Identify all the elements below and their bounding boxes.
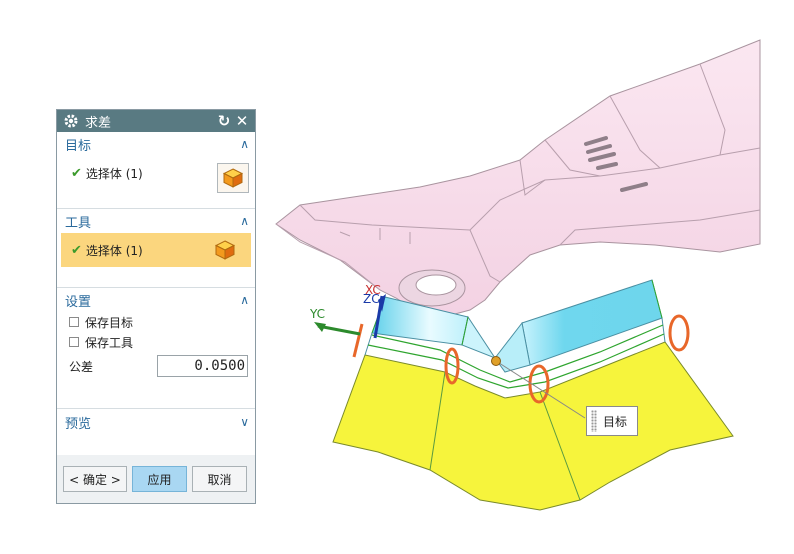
checkmark-icon: ✔ (71, 242, 82, 258)
chevron-up-icon[interactable]: ∧ (240, 293, 249, 307)
tooltip-label: 目标 (603, 414, 628, 429)
tolerance-label: 公差 (69, 359, 94, 374)
chevron-down-icon[interactable]: ∨ (240, 415, 249, 429)
apply-button[interactable]: 应用 (132, 466, 187, 492)
cube-icon (222, 168, 244, 188)
tolerance-input[interactable]: 0.0500 (157, 355, 248, 377)
keep-target-option[interactable]: 保存目标 (57, 312, 255, 332)
ok-button[interactable]: < 确定 > (63, 466, 127, 492)
target-body[interactable] (275, 39, 761, 319)
reset-icon[interactable]: ↻ (215, 112, 233, 130)
target-select-body-button[interactable] (217, 163, 249, 193)
close-icon[interactable]: ✕ (233, 112, 251, 130)
cancel-button[interactable]: 取消 (192, 466, 247, 492)
gear-icon (64, 114, 78, 128)
zc-axis-label: ZC (363, 292, 380, 306)
yc-axis-label: YC (310, 307, 326, 321)
section-tool: 工具 ∧ ✔ 选择体 (1) (57, 209, 255, 288)
chevron-up-icon[interactable]: ∧ (240, 214, 249, 228)
dialog-button-row: < 确定 > 应用 取消 (57, 455, 255, 503)
dialog-titlebar[interactable]: 求差 ↻ ✕ (57, 110, 255, 132)
keep-target-checkbox[interactable] (69, 317, 79, 327)
keep-tool-checkbox[interactable] (69, 337, 79, 347)
section-tool-label: 工具 (65, 215, 92, 231)
target-tooltip: 目标 (586, 406, 638, 436)
keep-tool-option[interactable]: 保存工具 (57, 332, 255, 352)
section-target-header[interactable]: 目标 ∧ (57, 132, 255, 156)
tool-select-label: 选择体 (1) (85, 243, 143, 258)
section-preview: 预览 ∨ (57, 409, 255, 435)
keep-target-label: 保存目标 (85, 315, 134, 330)
subtract-dialog: 求差 ↻ ✕ 目标 ∧ ✔ 选择体 (1) 工具 ∧ ✔ 选择体 (1) 设置 … (56, 109, 256, 504)
keep-tool-label: 保存工具 (85, 335, 134, 350)
tool-select-body-button[interactable] (209, 235, 241, 265)
section-target: 目标 ∧ ✔ 选择体 (1) (57, 132, 255, 209)
tooltip-grip-icon (591, 410, 597, 432)
tolerance-row: 公差 0.0500 (57, 352, 255, 380)
target-select-label: 选择体 (1) (85, 166, 143, 181)
section-preview-header[interactable]: 预览 ∨ (57, 409, 255, 435)
cube-icon (214, 240, 236, 260)
section-settings-label: 设置 (65, 294, 92, 310)
checkmark-icon: ✔ (71, 165, 82, 181)
section-target-label: 目标 (65, 138, 92, 154)
chevron-up-icon[interactable]: ∧ (240, 137, 249, 151)
section-settings: 设置 ∧ 保存目标 保存工具 公差 0.0500 (57, 288, 255, 409)
section-tool-header[interactable]: 工具 ∧ (57, 209, 255, 233)
dialog-title: 求差 (85, 115, 112, 131)
section-preview-label: 预览 (65, 416, 92, 432)
section-settings-header[interactable]: 设置 ∧ (57, 288, 255, 312)
